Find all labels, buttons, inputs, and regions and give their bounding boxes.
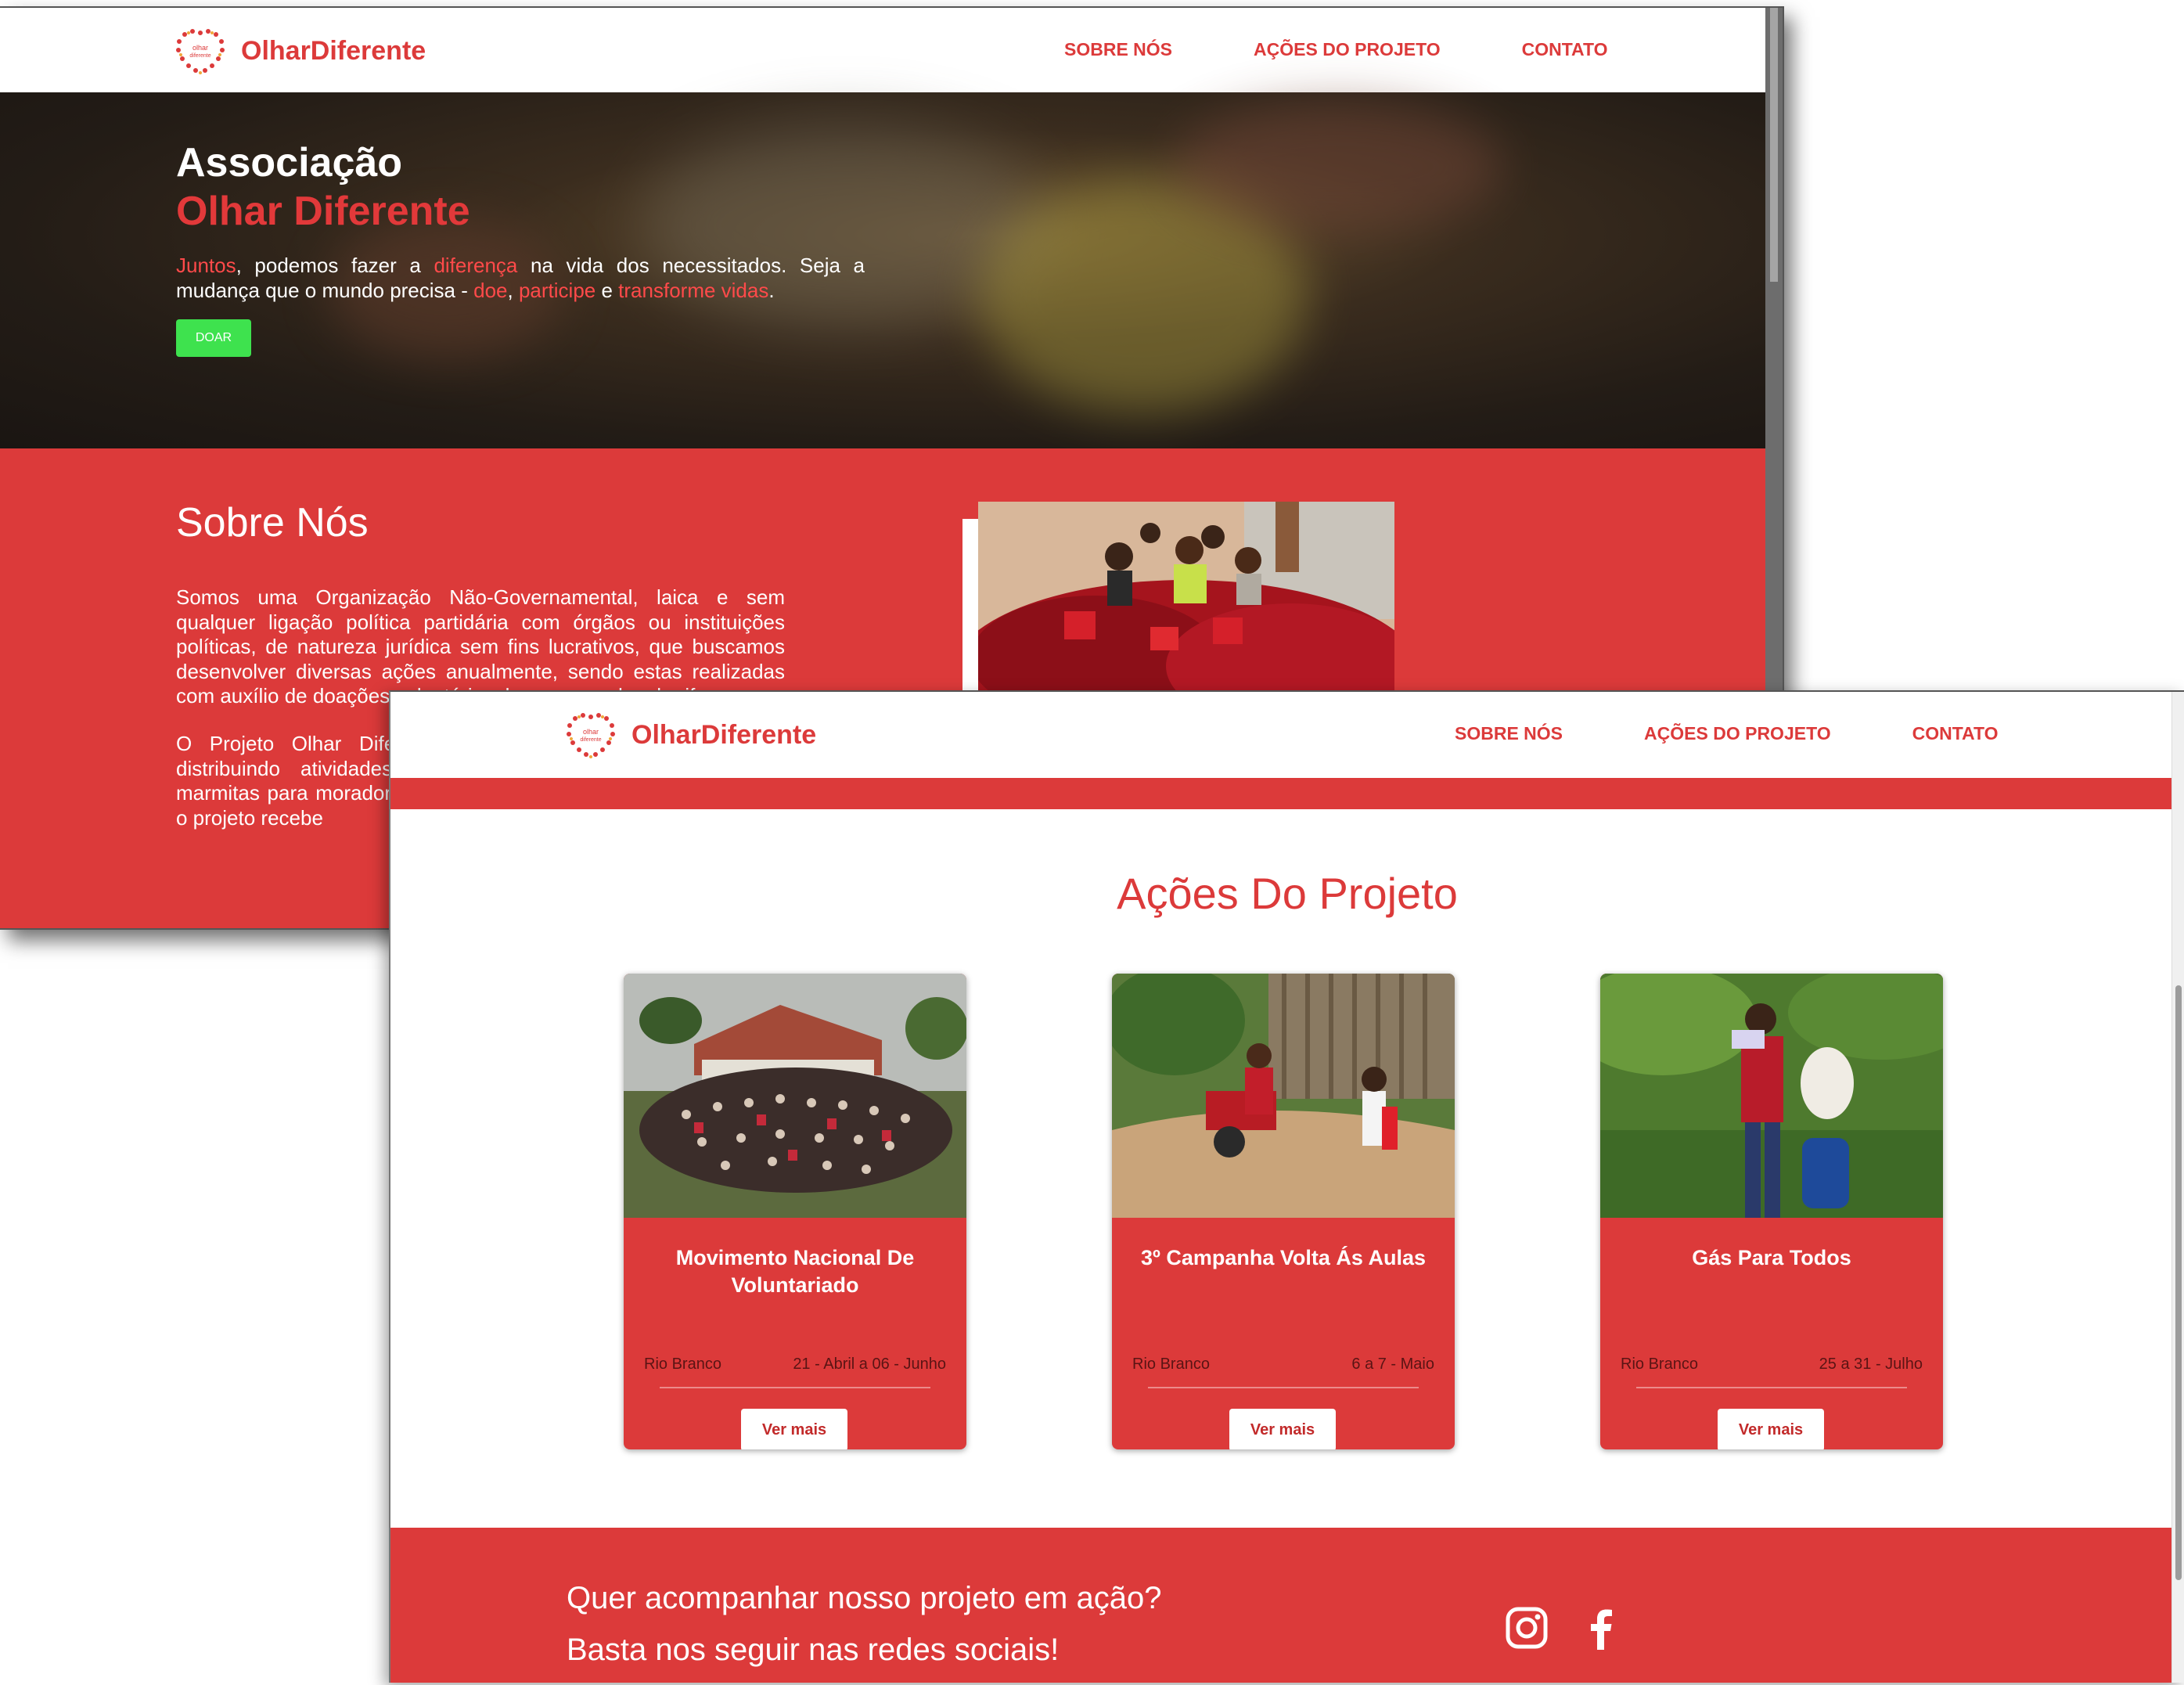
brand-name: OlharDiferente [631, 719, 817, 750]
nav-links: SOBRE NÓS AÇÕES DO PROJETO CONTATO [1064, 39, 1608, 60]
hero-section: Associação Olhar Diferente Juntos, podem… [0, 92, 1783, 448]
navbar: olhar diferente OlharDiferente SOBRE NÓS… [390, 692, 2184, 778]
card-divider [1636, 1387, 1907, 1388]
hero-text-segment: diferença [434, 254, 518, 277]
action-card: Gás Para Todos Rio Branco 25 a 31 - Julh… [1600, 974, 1943, 1449]
section-divider [390, 778, 2184, 809]
hero-text-segment: Juntos [176, 254, 236, 277]
card-photo-voluntariado [624, 974, 966, 1218]
card-date: 25 a 31 - Julho [1819, 1356, 1923, 1373]
nav-link-sobre-nos[interactable]: SOBRE NÓS [1064, 39, 1172, 60]
brand-logo[interactable]: olhar diferente OlharDiferente [174, 27, 426, 75]
card-photo-gas [1600, 974, 1943, 1218]
ver-mais-button[interactable]: Ver mais [741, 1409, 847, 1449]
card-photo-volta-aulas [1112, 974, 1455, 1218]
instagram-icon[interactable] [1505, 1606, 1549, 1650]
svg-text:olhar: olhar [192, 44, 208, 52]
card-title: Movimento Nacional De Voluntariado [675, 1246, 915, 1297]
navbar: olhar diferente OlharDiferente SOBRE NÓS… [0, 8, 1783, 94]
footer: Quer acompanhar nosso projeto em ação? B… [390, 1528, 2184, 1683]
card-title: 3º Campanha Volta Ás Aulas [1141, 1246, 1426, 1269]
card-title: Gás Para Todos [1692, 1246, 1851, 1269]
scrollbar[interactable] [2171, 692, 2184, 1683]
ver-mais-button[interactable]: Ver mais [1718, 1409, 1824, 1449]
donate-button[interactable]: DOAR [176, 319, 251, 357]
card-divider [1148, 1387, 1419, 1388]
card-divider [660, 1387, 930, 1388]
hero-text-segment: , podemos fazer a [236, 254, 434, 277]
about-title: Sobre Nós [176, 500, 369, 545]
svg-text:olhar: olhar [583, 728, 599, 736]
card-location: Rio Branco [1621, 1356, 1698, 1373]
nav-link-contato[interactable]: CONTATO [1522, 39, 1608, 60]
facebook-icon[interactable] [1580, 1606, 1624, 1650]
image-frame [962, 519, 978, 715]
hero-text-segment: transforme vidas [618, 279, 769, 302]
card-location: Rio Branco [1132, 1356, 1210, 1373]
footer-line-2: Basta nos seguir nas redes sociais! [567, 1633, 1060, 1667]
brand-name: OlharDiferente [241, 35, 426, 66]
action-card: 3º Campanha Volta Ás Aulas Rio Branco 6 … [1112, 974, 1455, 1449]
nav-links: SOBRE NÓS AÇÕES DO PROJETO CONTATO [1455, 723, 1999, 744]
hero-text-segment: doe [473, 279, 508, 302]
hero-text-segment: participe [518, 279, 596, 302]
nav-link-contato[interactable]: CONTATO [1912, 723, 1999, 744]
nav-link-sobre-nos[interactable]: SOBRE NÓS [1455, 723, 1563, 744]
heart-wreath-logo-icon: olhar diferente [176, 29, 225, 74]
footer-line-1: Quer acompanhar nosso projeto em ação? [567, 1581, 1162, 1615]
card-location: Rio Branco [644, 1356, 721, 1373]
card-date: 6 a 7 - Maio [1351, 1356, 1434, 1373]
action-card: Movimento Nacional De Voluntariado Rio B… [624, 974, 966, 1449]
card-date: 21 - Abril a 06 - Junho [793, 1356, 946, 1373]
nav-link-acoes-do-projeto[interactable]: AÇÕES DO PROJETO [1644, 723, 1831, 744]
actions-title: Ações Do Projeto [1117, 869, 1458, 918]
heart-wreath-logo-icon: olhar diferente [567, 713, 615, 758]
hero-title: Associação [176, 140, 403, 185]
brand-logo[interactable]: olhar diferente OlharDiferente [564, 711, 816, 759]
svg-text:diferente: diferente [580, 737, 601, 743]
browser-window-actions: olhar diferente OlharDiferente SOBRE NÓS… [389, 690, 2184, 1683]
hero-text-segment: , [507, 279, 519, 302]
hero-text-segment: e [595, 279, 619, 302]
hero-subtitle: Olhar Diferente [176, 189, 470, 234]
ver-mais-button[interactable]: Ver mais [1229, 1409, 1336, 1449]
hero-description: Juntos, podemos fazer a diferença na vid… [176, 253, 865, 303]
hero-text-segment: . [768, 279, 775, 302]
svg-text:diferente: diferente [189, 53, 210, 59]
about-photo [978, 502, 1394, 705]
nav-link-acoes-do-projeto[interactable]: AÇÕES DO PROJETO [1254, 39, 1441, 60]
